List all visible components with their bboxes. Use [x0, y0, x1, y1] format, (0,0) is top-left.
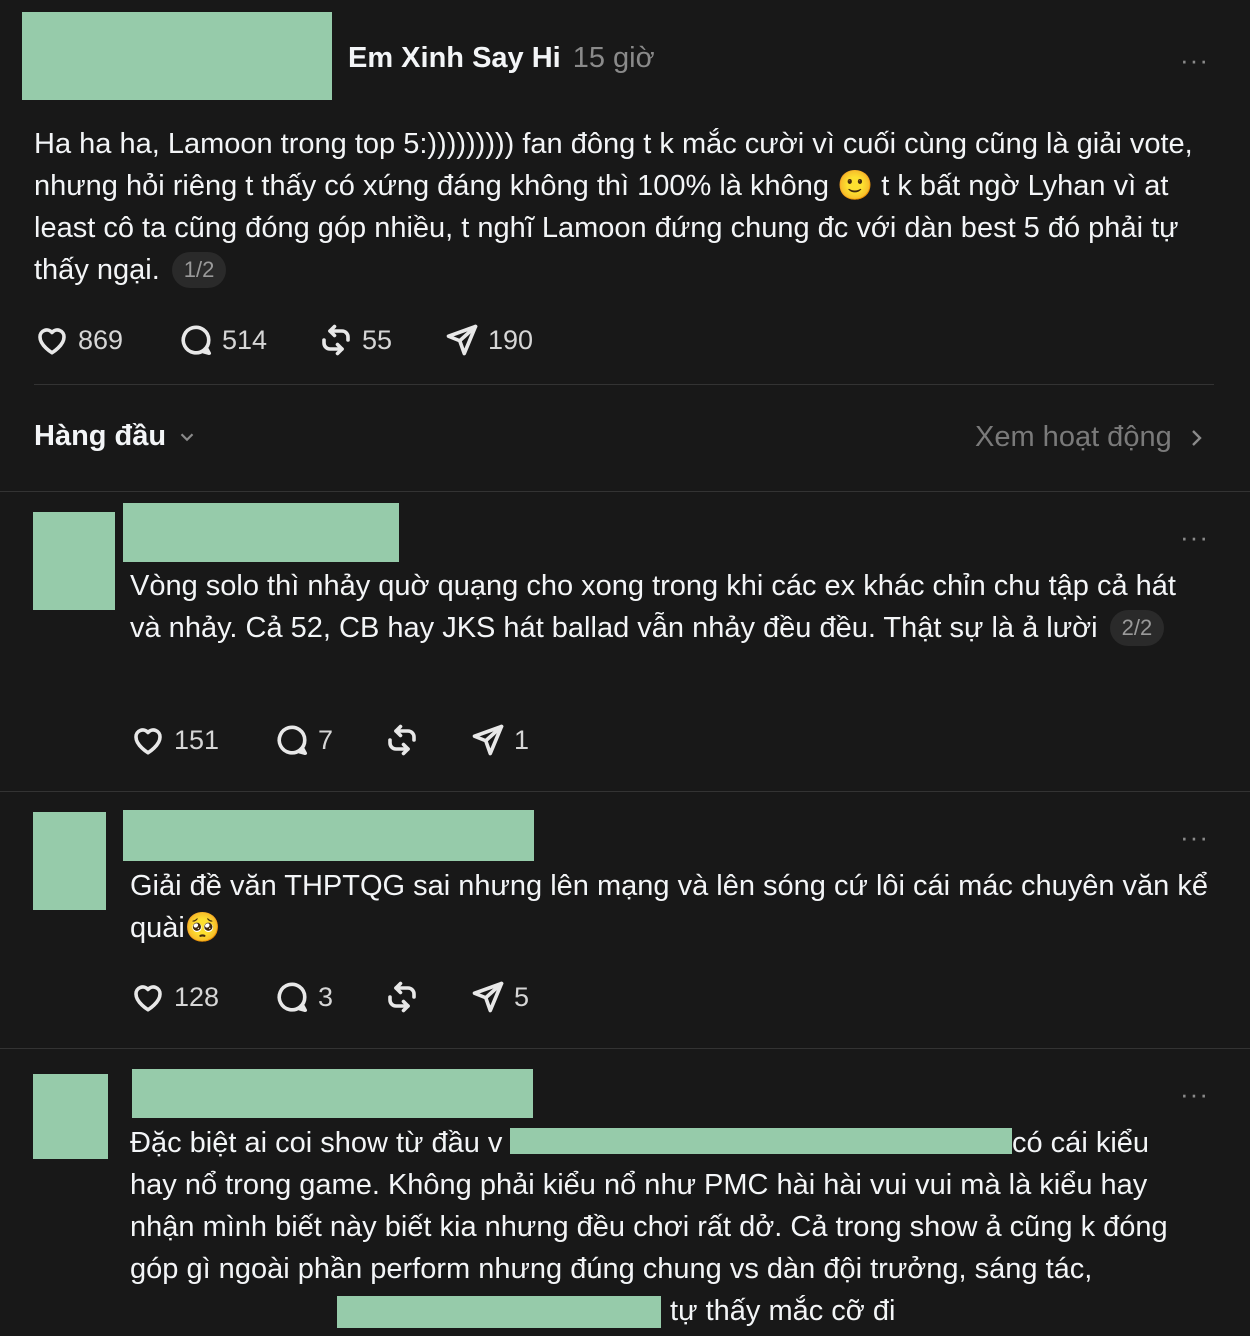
post-share-count: 190: [488, 324, 534, 355]
reply-avatar-redacted: [33, 1074, 108, 1159]
sort-dropdown[interactable]: Hàng đầu: [34, 420, 198, 453]
reply-body-last-line: tự thấy mắc cỡ đi: [130, 1290, 895, 1332]
repost-icon: [388, 724, 416, 756]
reply-divider: [0, 1048, 1250, 1049]
reply-username-redacted: [123, 503, 399, 562]
reply-share-button[interactable]: 5: [470, 979, 529, 1015]
sort-label: Hàng đầu: [34, 420, 167, 452]
post-actions: 869 514 55 190: [34, 322, 533, 358]
post-repost-button[interactable]: 55: [318, 322, 444, 358]
post-header: Em Xinh Say Hi 15 giờ: [348, 42, 655, 75]
reply-text: hay nổ trong game. Không phải kiểu nổ nh…: [130, 1169, 1168, 1285]
heart-icon: [134, 985, 162, 1012]
reply-share-count: 5: [514, 981, 530, 1012]
repost-icon: [322, 324, 350, 356]
reply-text: tự thấy mắc cỡ đi: [662, 1295, 896, 1327]
post-time: 15 giờ: [572, 42, 655, 74]
reply-share-button[interactable]: 1: [470, 722, 529, 758]
post-repost-count: 55: [362, 324, 393, 355]
reply-repost-button[interactable]: [384, 979, 470, 1015]
repost-icon: [388, 981, 416, 1013]
reply-avatar-redacted: [33, 512, 115, 610]
reply-username-redacted: [132, 1069, 533, 1118]
post-more-icon[interactable]: ···: [1180, 47, 1209, 73]
view-activity-label: Xem hoạt động: [975, 421, 1172, 453]
reply-divider: [0, 791, 1250, 792]
post-like-count: 869: [78, 324, 124, 355]
reply-avatar-redacted: [33, 812, 106, 910]
comment-icon: [277, 982, 307, 1012]
post-counter: 1/2: [171, 252, 227, 288]
reply-comment-count: 3: [318, 981, 334, 1012]
reply-like-count: 151: [174, 724, 220, 755]
reply-more-icon[interactable]: ···: [1180, 1081, 1209, 1107]
avatar-redacted: [22, 12, 332, 100]
section-divider: [0, 491, 1250, 492]
post-body: Ha ha ha, Lamoon trong top 5:))))))))) f…: [34, 123, 1214, 291]
reply-username-redacted: [123, 810, 534, 861]
thread-page: Em Xinh Say Hi 15 giờ ··· Ha ha ha, Lamo…: [0, 0, 1250, 1336]
reply-text-redacted: [510, 1128, 1012, 1154]
reply-actions: 128 3 5: [130, 979, 529, 1015]
reply-text: Vòng solo thì nhảy quờ quạng cho xong tr…: [130, 570, 1176, 644]
reply-body: hay nổ trong game. Không phải kiểu nổ nh…: [130, 1164, 1210, 1290]
reply-counter: 2/2: [1109, 610, 1165, 646]
reply-comment-button[interactable]: 7: [274, 722, 384, 758]
chevron-down-icon: [180, 432, 194, 441]
reply-like-button[interactable]: 128: [130, 979, 274, 1015]
heart-icon: [134, 728, 162, 755]
send-icon: [472, 981, 504, 1013]
post-share-button[interactable]: 190: [444, 322, 533, 358]
reply-comment-button[interactable]: 3: [274, 979, 384, 1015]
comment-icon: [181, 325, 211, 355]
reply-comment-count: 7: [318, 724, 334, 755]
reply-more-icon[interactable]: ···: [1180, 524, 1209, 550]
comment-icon: [277, 725, 307, 755]
post-username[interactable]: Em Xinh Say Hi: [348, 42, 561, 75]
send-icon: [446, 324, 478, 356]
view-activity-link[interactable]: Xem hoạt động: [975, 421, 1208, 454]
reply-repost-button[interactable]: [384, 722, 470, 758]
reply-text: Giải đề văn THPTQG sai nhưng lên mạng và…: [130, 870, 1208, 944]
reply-text: có cái kiểu: [1012, 1127, 1150, 1159]
reply-like-button[interactable]: 151: [130, 722, 274, 758]
reply-like-count: 128: [174, 981, 220, 1012]
post-comment-count: 514: [222, 324, 268, 355]
post-comment-button[interactable]: 514: [178, 322, 318, 358]
reply-share-count: 1: [514, 724, 530, 755]
reply-body: Vòng solo thì nhảy quờ quạng cho xong tr…: [130, 565, 1200, 649]
send-icon: [472, 724, 504, 756]
heart-icon: [38, 328, 66, 355]
post-divider: [34, 384, 1214, 385]
reply-more-icon[interactable]: ···: [1180, 824, 1209, 850]
chevron-right-icon: [1191, 429, 1202, 446]
post-like-button[interactable]: 869: [34, 322, 178, 358]
reply-body-line1-end: có cái kiểu: [1012, 1122, 1149, 1164]
reply-text: Đặc biệt ai coi show từ đầu v: [130, 1127, 503, 1159]
reply-body: Giải đề văn THPTQG sai nhưng lên mạng và…: [130, 865, 1220, 949]
reply-actions: 151 7 1: [130, 722, 529, 758]
